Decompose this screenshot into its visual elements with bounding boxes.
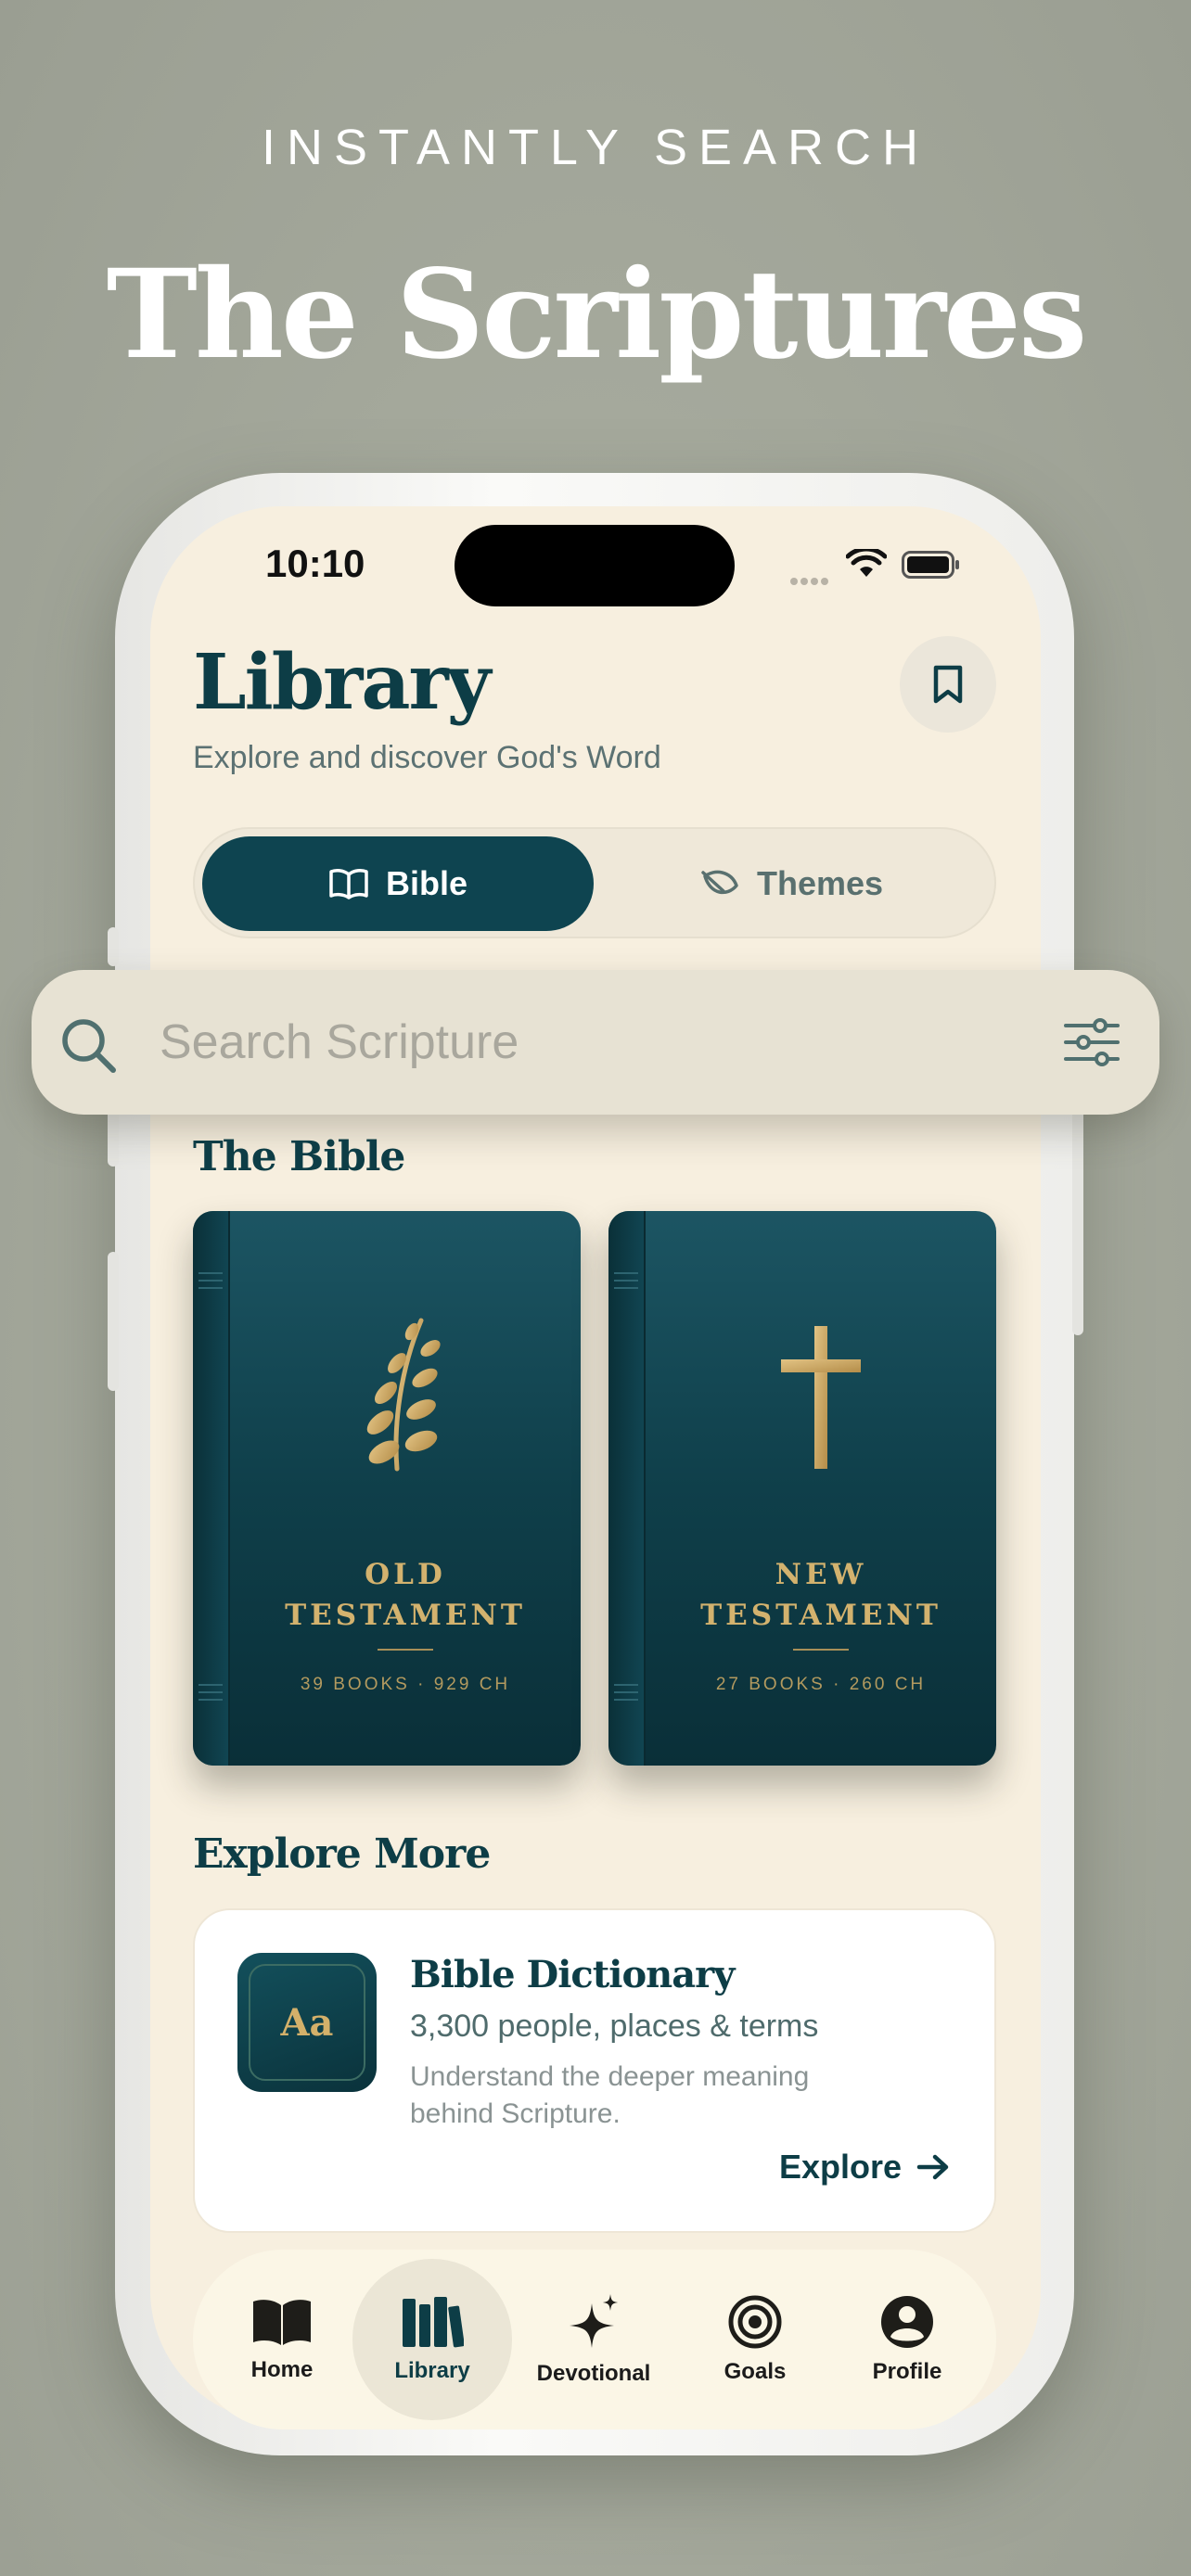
book-spine <box>193 1211 230 1766</box>
cross-icon <box>646 1313 996 1480</box>
book-divider <box>793 1649 849 1651</box>
status-time: 10:10 <box>265 542 365 585</box>
new-testament-title-line1: NEW <box>775 1558 867 1591</box>
hero-headline: The Scriptures <box>106 243 1088 387</box>
olive-branch-icon <box>230 1313 581 1480</box>
battery-icon <box>902 551 959 579</box>
phone-silent-switch <box>108 927 119 966</box>
dictionary-title: Bible Dictionary <box>410 1953 735 1996</box>
bible-dictionary-card[interactable]: Aa Bible Dictionary 3,300 people, places… <box>193 1908 996 2233</box>
segment-themes[interactable]: Themes <box>596 836 987 931</box>
book-spine <box>608 1211 646 1766</box>
page-title: Library <box>193 638 491 727</box>
new-testament-title-line2: TESTAMENT <box>700 1599 941 1632</box>
phone-power-button <box>1072 1076 1083 1335</box>
dictionary-subtitle: 3,300 people, places & terms <box>410 2009 819 2044</box>
hero-kicker: INSTANTLY SEARCH <box>261 120 930 175</box>
tab-goals[interactable]: Goals <box>675 2259 835 2420</box>
library-segmented-control: Bible Themes <box>193 827 996 938</box>
tab-library[interactable]: Library <box>352 2259 512 2420</box>
bottom-tab-bar: Home Library Devotional Goals Profile <box>193 2250 996 2429</box>
segment-themes-label: Themes <box>756 864 884 902</box>
arrow-right-icon <box>916 2154 949 2180</box>
search-input[interactable]: Search Scripture <box>160 1014 519 1070</box>
new-testament-meta: 27 BOOKS · 260 CH <box>715 1675 927 1694</box>
leaf-icon <box>701 870 738 895</box>
old-testament-meta: 39 BOOKS · 929 CH <box>300 1675 511 1694</box>
explore-button[interactable]: Explore <box>779 2148 950 2187</box>
tab-goals-label: Goals <box>724 2359 787 2384</box>
dictionary-description: Understand the deeper meaning behind Scr… <box>410 2061 810 2129</box>
tab-devotional-label: Devotional <box>536 2361 651 2386</box>
tab-devotional[interactable]: Devotional <box>514 2259 673 2420</box>
bookmark-icon <box>933 665 963 704</box>
segment-bible-label: Bible <box>385 864 467 902</box>
signal-dots-icon <box>790 571 833 585</box>
open-book-icon <box>253 2300 311 2345</box>
old-testament-title-line2: TESTAMENT <box>285 1599 526 1632</box>
dynamic-island <box>455 525 735 606</box>
sparkle-icon <box>570 2294 618 2348</box>
tab-home-label: Home <box>250 2357 314 2382</box>
dictionary-icon-text: Aa <box>249 1964 365 2081</box>
old-testament-card[interactable]: OLD TESTAMENT 39 BOOKS · 929 CH <box>193 1211 581 1766</box>
page-subtitle: Explore and discover God's Word <box>193 740 661 775</box>
tab-profile-label: Profile <box>872 2359 942 2384</box>
segment-bible[interactable]: Bible <box>202 836 594 931</box>
tab-library-label: Library <box>394 2358 470 2383</box>
target-icon <box>728 2295 782 2349</box>
search-icon <box>62 1019 116 1073</box>
scripture-search-bar[interactable]: Search Scripture <box>32 970 1159 1115</box>
explore-section-title: Explore More <box>193 1830 491 1878</box>
wifi-icon <box>846 549 887 577</box>
bible-section-title: The Bible <box>193 1133 405 1180</box>
user-icon <box>881 2296 933 2348</box>
explore-button-label: Explore <box>779 2148 903 2186</box>
tab-home[interactable]: Home <box>202 2259 362 2420</box>
old-testament-title: OLD TESTAMENT <box>230 1554 581 1636</box>
open-book-icon <box>329 869 368 899</box>
dictionary-icon: Aa <box>237 1953 377 2092</box>
new-testament-title: NEW TESTAMENT <box>646 1554 996 1636</box>
phone-volume-down <box>108 1252 119 1391</box>
bookmarks-button[interactable] <box>900 636 996 733</box>
sliders-icon[interactable] <box>1063 1016 1121 1068</box>
books-icon <box>403 2297 464 2348</box>
book-divider <box>378 1649 433 1651</box>
old-testament-title-line1: OLD <box>365 1558 446 1591</box>
new-testament-card[interactable]: NEW TESTAMENT 27 BOOKS · 260 CH <box>608 1211 996 1766</box>
tab-profile[interactable]: Profile <box>827 2259 987 2420</box>
